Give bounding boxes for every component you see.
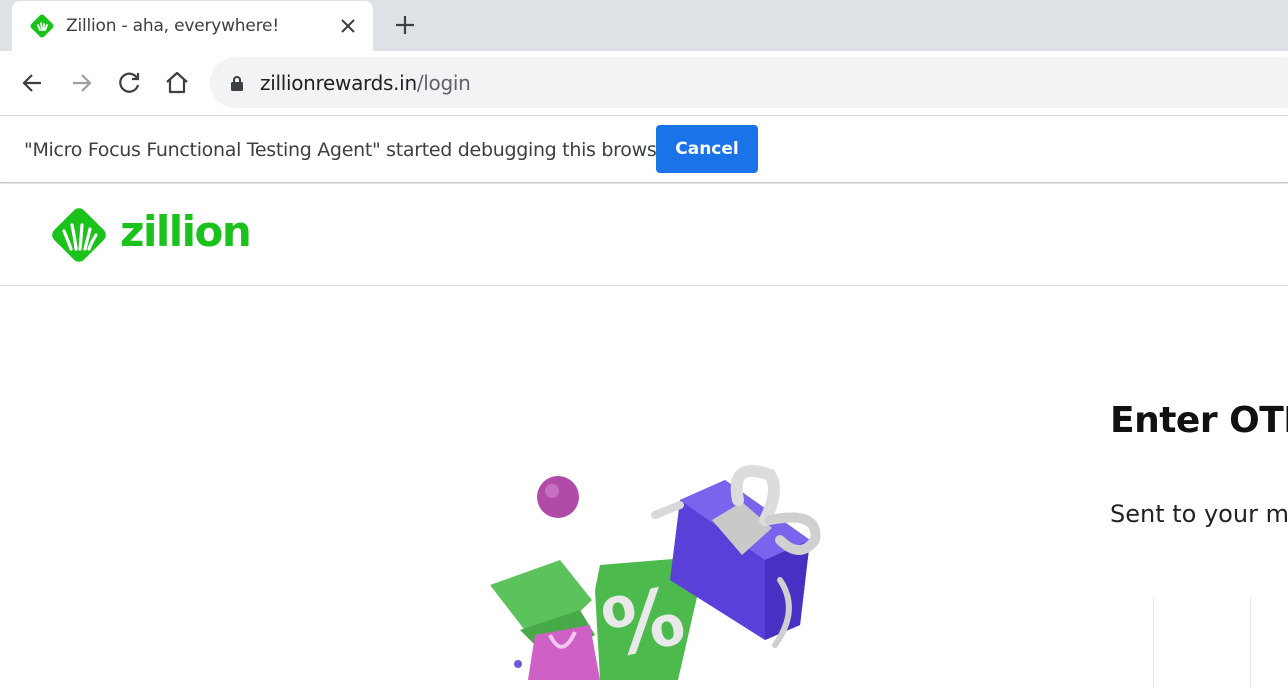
forward-arrow-icon[interactable]: [67, 69, 95, 97]
url-path: /login: [416, 71, 471, 95]
url-host: zillionrewards.in: [260, 71, 417, 95]
reload-icon[interactable]: [115, 69, 143, 97]
otp-input-box[interactable]: [1153, 598, 1251, 688]
cancel-button[interactable]: Cancel: [656, 125, 758, 173]
gift-offer-illustration: %: [490, 465, 821, 680]
new-tab-icon[interactable]: [394, 14, 416, 36]
url-text: zillionrewards.in/login: [260, 71, 471, 95]
zillion-logo-mark-icon: [52, 208, 106, 262]
home-icon[interactable]: [163, 69, 191, 97]
address-bar[interactable]: zillionrewards.in/login: [210, 57, 1288, 108]
browser-toolbar: zillionrewards.in/login: [0, 51, 1288, 116]
tab-strip: Zillion - aha, everywhere!: [0, 0, 1288, 51]
back-arrow-icon[interactable]: [19, 69, 47, 97]
lock-icon[interactable]: [230, 75, 244, 91]
zillion-logo[interactable]: zillion: [47, 203, 252, 267]
site-header: zillion: [0, 184, 1288, 286]
otp-subtitle: Sent to your mo: [1110, 500, 1288, 528]
debugging-infobar: "Micro Focus Functional Testing Agent" s…: [0, 116, 1288, 183]
infobar-message: "Micro Focus Functional Testing Agent" s…: [24, 139, 676, 161]
browser-tab[interactable]: Zillion - aha, everywhere!: [12, 1, 373, 51]
zillion-favicon-icon: [30, 14, 54, 38]
tab-title: Zillion - aha, everywhere!: [66, 16, 279, 36]
close-tab-icon[interactable]: [338, 16, 358, 36]
otp-heading: Enter OTP: [1110, 400, 1288, 441]
logo-wordmark: zillion: [120, 207, 252, 256]
